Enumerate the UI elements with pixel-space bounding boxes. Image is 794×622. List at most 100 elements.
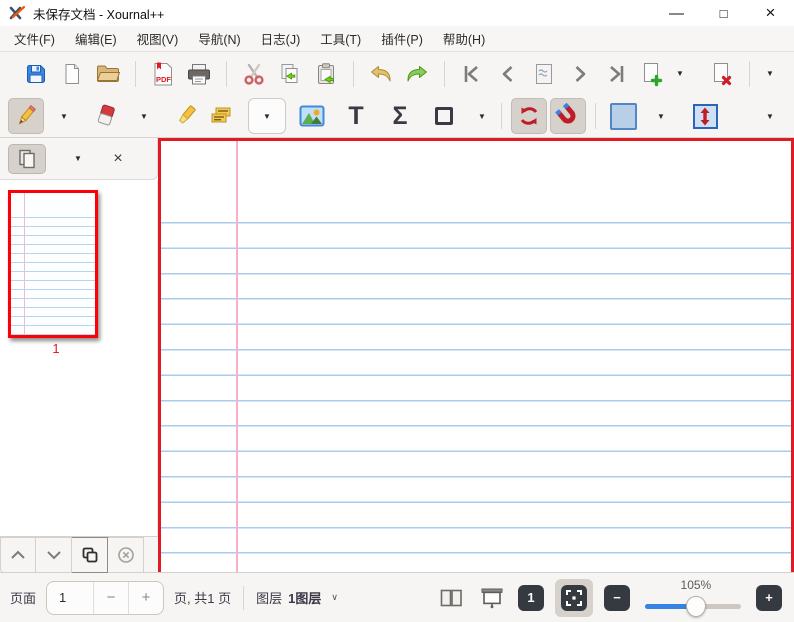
save-button[interactable] (18, 56, 54, 92)
titlebar: 未保存文档 - Xournal++ — □ × (0, 0, 794, 26)
page-preview-toggle[interactable] (8, 143, 46, 174)
chevron-down-icon (46, 550, 62, 560)
zoom-slider[interactable]: 105% (645, 578, 741, 618)
delete-page-button[interactable] (704, 56, 740, 92)
zoom-fit-button[interactable] (561, 584, 587, 611)
chevron-down-icon: ▼ (60, 111, 68, 121)
menu-plugins[interactable]: 插件(P) (371, 25, 433, 52)
grid-snapping-toggle[interactable] (550, 98, 586, 134)
menu-edit[interactable]: 编辑(E) (65, 25, 127, 52)
pen-tool-button[interactable] (8, 98, 44, 134)
eraser-dropdown[interactable]: ▼ (134, 98, 154, 134)
sidebar-close-button[interactable]: × (106, 150, 130, 168)
chevron-down-icon: ▼ (478, 111, 486, 121)
shape-dropdown[interactable]: ▼ (472, 98, 492, 134)
open-button[interactable] (90, 56, 126, 92)
redo-icon (404, 62, 430, 86)
paste-icon (314, 62, 338, 86)
undo-icon (368, 62, 394, 86)
rotation-snapping-toggle[interactable] (511, 98, 547, 134)
last-page-icon (605, 63, 627, 85)
print-button[interactable] (181, 56, 217, 92)
drawing-type-dropdown[interactable]: ▼ (248, 98, 286, 134)
layer-label: 图层 (256, 591, 283, 606)
magnet-icon (555, 103, 581, 129)
math-tex-tool-button[interactable]: Σ (382, 98, 418, 134)
zoom-100-button[interactable]: 1 (518, 584, 544, 611)
previous-page-button[interactable] (490, 56, 526, 92)
menu-tools[interactable]: 工具(T) (310, 25, 371, 52)
first-page-button[interactable] (454, 56, 490, 92)
separator (595, 103, 596, 129)
document-page[interactable] (158, 138, 794, 572)
shape-tool-button[interactable] (426, 98, 462, 134)
chevron-down-icon: ▼ (657, 111, 665, 121)
next-thumbnail-button[interactable] (36, 537, 72, 573)
sidebar-dropdown[interactable]: ▼ (64, 154, 92, 163)
save-icon (24, 62, 48, 86)
text-tool-button[interactable]: T (338, 98, 374, 134)
presentation-mode-button[interactable] (477, 583, 507, 613)
new-document-icon (60, 62, 84, 86)
circled-cross-icon (117, 546, 135, 564)
duplicate-page-button[interactable] (72, 537, 108, 573)
page-increment-button[interactable]: + (128, 581, 163, 614)
eraser-tool-button[interactable] (88, 98, 124, 134)
duplicate-icon (81, 546, 99, 564)
vertical-space-tool-button[interactable] (687, 98, 723, 134)
minimize-button[interactable]: — (653, 0, 700, 26)
text-tool-icon: T (348, 101, 364, 130)
goto-page-icon (534, 62, 554, 86)
zoom-in-button[interactable]: + (756, 584, 782, 611)
goto-page-button[interactable] (526, 56, 562, 92)
toolbar-tools: ▼ ▼ ▼ T Σ ▼ ▼ ▼ (0, 95, 794, 138)
cut-button[interactable] (236, 56, 272, 92)
menu-view[interactable]: 视图(V) (127, 25, 189, 52)
separator (135, 60, 136, 87)
pages-total-label: 页, 共1 页 (174, 591, 232, 606)
page-label: 页面 (10, 591, 37, 606)
thumbnail-rule-lines (11, 217, 95, 335)
export-pdf-button[interactable]: PDF (145, 56, 181, 92)
separator (749, 60, 750, 87)
previous-thumbnail-button[interactable] (0, 537, 36, 573)
svg-text:PDF: PDF (156, 75, 171, 84)
menu-help[interactable]: 帮助(H) (433, 25, 495, 52)
last-page-button[interactable] (598, 56, 634, 92)
zoom-slider-thumb[interactable] (685, 595, 706, 617)
menu-journal[interactable]: 日志(J) (251, 25, 311, 52)
page-decrement-button[interactable]: − (93, 581, 128, 614)
toolbar-overflow-dropdown[interactable]: ▼ (760, 56, 780, 92)
color-dropdown[interactable]: ▼ (651, 98, 671, 134)
dual-page-view-button[interactable] (436, 583, 466, 613)
close-button[interactable]: × (747, 0, 794, 26)
cut-scissors-icon (242, 62, 266, 86)
blue-color-swatch-icon (609, 102, 637, 130)
select-pdf-text-tool-button[interactable] (204, 98, 240, 134)
chevron-down-icon: ▼ (766, 69, 774, 78)
delete-page-sidebar-button[interactable] (108, 537, 144, 573)
chevron-down-icon: ▼ (74, 154, 82, 163)
new-document-button[interactable] (54, 56, 90, 92)
pen-dropdown[interactable]: ▼ (54, 98, 74, 134)
undo-button[interactable] (363, 56, 399, 92)
page-number-input[interactable] (47, 581, 94, 614)
redo-button[interactable] (399, 56, 435, 92)
page-thumbnail-1[interactable] (8, 190, 98, 338)
color-swatch-button[interactable] (605, 98, 641, 134)
paste-button[interactable] (308, 56, 344, 92)
layer-dropdown[interactable]: ∨ (331, 592, 338, 603)
separator (444, 60, 445, 87)
image-tool-button[interactable] (294, 98, 330, 134)
add-page-button[interactable] (634, 56, 670, 92)
maximize-button[interactable]: □ (700, 0, 747, 26)
add-page-dropdown[interactable]: ▼ (670, 56, 690, 92)
copy-button[interactable] (272, 56, 308, 92)
toolbar-overflow-dropdown[interactable]: ▼ (760, 98, 780, 134)
highlighter-tool-button[interactable] (168, 98, 204, 134)
zoom-out-button[interactable]: − (604, 584, 630, 611)
menu-file[interactable]: 文件(F) (4, 25, 65, 52)
statusbar: 页面 − + 页, 共1 页 图层 1图层 ∨ 1 (0, 572, 794, 622)
next-page-button[interactable] (562, 56, 598, 92)
menu-navigation[interactable]: 导航(N) (188, 25, 250, 52)
